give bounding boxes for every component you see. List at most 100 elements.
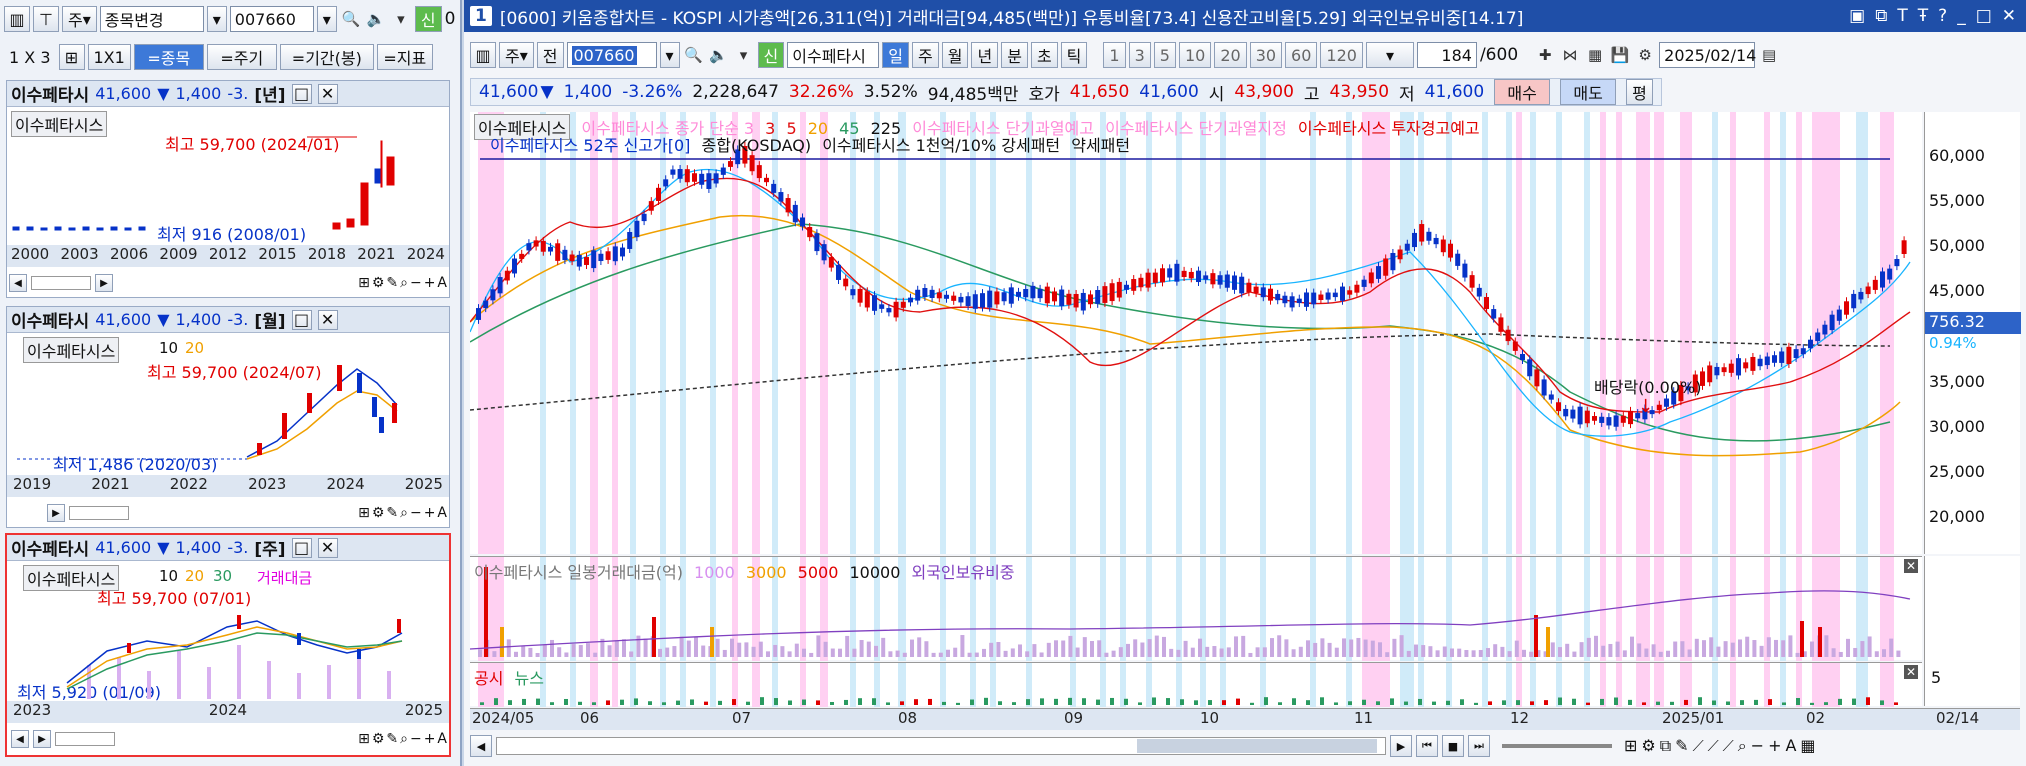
speaker-icon[interactable]: 🔈 [708,44,730,66]
date-input[interactable]: 2025/02/14 [1659,42,1756,68]
layout-1x1-button[interactable]: 1X1 [87,44,131,70]
balance-button[interactable]: 평 [1626,79,1653,105]
table-icon[interactable]: ▦ [1584,44,1606,66]
scroll-track[interactable] [31,276,91,290]
interval-button[interactable]: 10 [1178,42,1212,68]
pane-close-icon[interactable]: ✕ [1903,559,1918,573]
scroll-thumb[interactable] [1137,739,1377,753]
bar-count-input[interactable]: 184 [1416,42,1477,68]
search-icon[interactable]: 🔍 [340,8,362,30]
help-icon[interactable]: ? [1938,6,1947,26]
rewind-icon[interactable]: ⏮ [1416,735,1438,757]
period-week-button[interactable]: 주 [912,42,939,68]
code-input[interactable]: 007660 [229,6,314,32]
mini-tools-icon[interactable]: ⊞⚙✎⌕−+A [358,275,449,291]
buy-button[interactable]: 매수 [1494,79,1551,105]
scroll-right-icon[interactable]: ▶ [95,274,113,292]
sell-button[interactable]: 매도 [1560,79,1617,105]
close-icon[interactable]: ✕ [317,83,338,104]
stop-icon[interactable]: ■ [1442,735,1464,757]
dropdown-icon[interactable]: ▾ [206,6,227,32]
scroll-left-icon[interactable]: ◀ [9,274,27,292]
mini-chart-weekly[interactable]: 이수페타시 41,600 ▼ 1,400 -3. [주] □ ✕ 이수페타시스 … [5,533,451,757]
scroll-left-icon[interactable]: ◀ [11,730,29,748]
period-month-button[interactable]: 월 [941,42,969,68]
scroll-right-icon[interactable]: ▶ [47,504,65,522]
volume-chart-area[interactable]: 이수페타시스 일봉거래대금(억) 1000 3000 5000 10000 외국… [470,556,1922,661]
search-icon[interactable]: 🔍 [683,44,705,66]
new-badge[interactable]: 신 [414,6,442,32]
sync-range-button[interactable]: =기간(봉) [279,44,374,70]
pattern-icon[interactable]: ⋈ [1559,44,1581,66]
settings-icon[interactable]: ⚙ [1634,44,1656,66]
stock-name-field[interactable]: 이수페타시 [787,42,880,68]
save-icon[interactable]: 💾 [1609,44,1631,66]
period-minute-button[interactable]: 분 [1001,42,1028,68]
period-tick-button[interactable]: 틱 [1060,42,1088,68]
sync-period-button[interactable]: =주기 [206,44,277,70]
mini-scrollbar[interactable]: ◀ ▶ ⊞⚙✎⌕−+A [7,727,449,751]
scroll-right-icon[interactable]: ▶ [33,730,51,748]
calendar-icon[interactable]: ▤ [1758,44,1780,66]
dropdown-small-icon[interactable]: ▾ [733,44,755,66]
menu-icon[interactable]: ▥ [4,6,30,32]
mini-tools-icon[interactable]: ⊞⚙✎⌕−+A [358,731,449,747]
text-icon[interactable]: Ŧ [1918,6,1928,26]
close-icon[interactable]: ✕ [317,309,338,330]
interval-dropdown[interactable]: ▾ [1365,42,1414,68]
change-stock-select[interactable]: 종목변경 [99,6,204,32]
speaker-icon[interactable]: 🔈 [365,8,387,30]
interval-button[interactable]: 30 [1249,42,1283,68]
maximize-icon[interactable]: □ [1976,6,1992,26]
close-icon[interactable]: ✕ [2002,6,2016,26]
chart-scrollbar[interactable] [496,737,1386,755]
code-dropdown-icon[interactable]: ▾ [659,42,680,68]
split-icon[interactable]: ⧉ [1875,6,1887,26]
minimize-icon[interactable]: _ [1957,6,1966,26]
interval-button[interactable]: 5 [1153,42,1176,68]
close-icon[interactable]: ✕ [317,537,338,558]
prev-button[interactable]: 전 [536,42,564,68]
price-chart-area[interactable]: 이수페타시스 이수페타시스 종가 단순 3 3 5 20 45 225 이수페타… [470,112,1922,554]
interval-button[interactable]: 120 [1320,42,1363,68]
sync-indicator-button[interactable]: =지표 [376,44,433,70]
font-icon[interactable]: T [1897,6,1907,26]
scroll-left-icon[interactable]: ◀ [470,735,492,757]
crosshair-icon[interactable]: ✚ [1534,44,1556,66]
mini-chart-yearly[interactable]: 이수페타시 41,600 ▼ 1,400 -3. [년] □ ✕ 이수페타시스 … [6,80,450,298]
menu-icon[interactable]: ▥ [470,42,496,68]
scroll-track[interactable] [55,732,115,746]
news-chart-area[interactable]: 공시 뉴스 ✕ [470,662,1922,707]
period-year-button[interactable]: 년 [971,42,999,68]
period-select[interactable]: 주 ▾ [62,6,97,32]
mini-tools-icon[interactable]: ⊞⚙✎⌕−+A [358,505,449,521]
drawing-tools-icon[interactable]: ⊞⚙⧉✎⟋⟋⟋⌕−+A▦ [1624,736,1820,756]
grid-icon[interactable]: ⊞ [58,44,85,70]
period-day-button[interactable]: 일 [882,42,909,68]
maximize-icon[interactable]: □ [291,537,312,558]
scroll-track[interactable] [69,506,129,520]
dropdown-small-icon[interactable]: ▾ [390,8,412,30]
interval-button[interactable]: 60 [1285,42,1318,68]
zoom-slider[interactable] [1502,744,1612,748]
interval-button[interactable]: 1 [1103,42,1126,68]
layout-icon[interactable]: ▣ [1849,6,1865,26]
layout-1x3[interactable]: 1 X 3 [4,44,56,70]
price-axis[interactable]: 60,000 55,000 50,000 45,000 35,000 30,00… [1924,112,2021,554]
scroll-right-icon[interactable]: ▶ [1390,735,1412,757]
mini-chart-monthly[interactable]: 이수페타시 41,600 ▼ 1,400 -3. [월] □ ✕ 이수페타시스 … [6,306,450,528]
period-second-button[interactable]: 초 [1030,42,1058,68]
mini-scrollbar[interactable]: ◀ ▶ ⊞⚙✎⌕−+A [7,271,449,295]
period-select[interactable]: 주 ▾ [499,42,534,68]
sync-stock-button[interactable]: =종목 [133,44,204,70]
pin-icon[interactable]: ⊤ [33,6,59,32]
code-dropdown-icon[interactable]: ▾ [316,6,337,32]
play-icon[interactable]: ⏭ [1468,735,1490,757]
interval-button[interactable]: 20 [1214,42,1247,68]
code-input[interactable]: 007660 [566,42,657,68]
maximize-icon[interactable]: □ [291,83,312,104]
maximize-icon[interactable]: □ [291,309,312,330]
mini-scrollbar[interactable]: ▶ ⊞⚙✎⌕−+A [7,501,449,525]
interval-button[interactable]: 3 [1128,42,1151,68]
pane-close-icon[interactable]: ✕ [1903,665,1918,679]
